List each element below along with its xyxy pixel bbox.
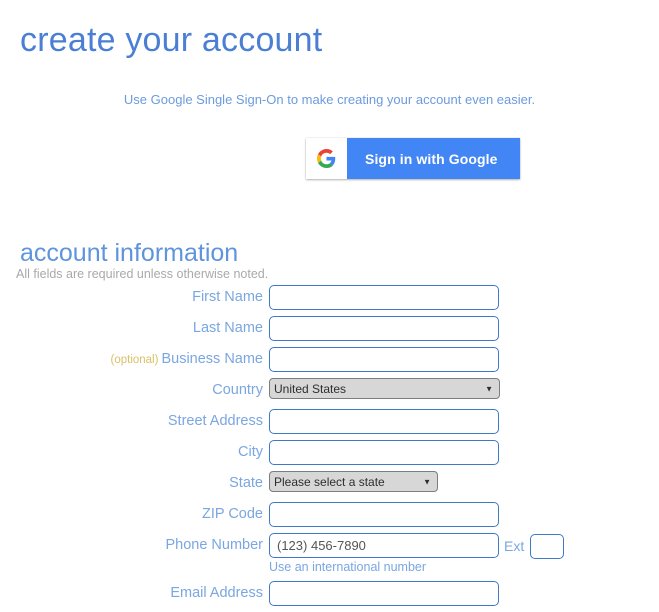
state-select[interactable]: Please select a state [269, 471, 438, 492]
label-email-address: Email Address [170, 585, 263, 601]
field-zip-code-wrapper [269, 502, 499, 527]
signup-page: create your account Use Google Single Si… [0, 0, 659, 606]
email-address-input[interactable] [269, 581, 499, 606]
field-last-name-wrapper [269, 316, 499, 341]
form-row-country: Country United States ▼ [0, 378, 659, 407]
label-extension: Ext [504, 538, 525, 554]
street-address-input[interactable] [269, 409, 499, 434]
form-row-email-address: Email Address [0, 581, 659, 610]
field-business-name-wrapper [269, 347, 499, 372]
international-number-link[interactable]: Use an international number [269, 560, 426, 574]
first-name-input[interactable] [269, 285, 499, 310]
form-row-street-address: Street Address [0, 409, 659, 438]
country-select-wrapper: United States ▼ [269, 378, 500, 399]
phone-number-input[interactable] [269, 533, 499, 558]
optional-tag-business-name: (optional) [110, 354, 159, 366]
form-row-first-name: First Name [0, 285, 659, 314]
label-phone-number: Phone Number [165, 537, 263, 553]
label-country: Country [212, 382, 263, 398]
account-information-form: First Name Last Name (optional) Business … [0, 285, 659, 612]
field-email-address-wrapper [269, 581, 499, 606]
required-fields-note: All fields are required unless otherwise… [16, 267, 269, 281]
business-name-input[interactable] [269, 347, 499, 372]
label-street-address: Street Address [167, 413, 263, 429]
form-row-city: City [0, 440, 659, 469]
label-state: State [229, 475, 263, 491]
field-city-wrapper [269, 440, 499, 465]
form-row-phone-number: Phone Number Ext Use an international nu… [0, 533, 659, 579]
state-select-wrapper: Please select a state ▼ [269, 471, 438, 492]
field-state-wrapper: Please select a state ▼ [269, 471, 438, 492]
google-button-label: Sign in with Google [365, 150, 498, 167]
form-row-last-name: Last Name [0, 316, 659, 345]
city-input[interactable] [269, 440, 499, 465]
label-first-name: First Name [192, 289, 263, 305]
sign-in-with-google-button[interactable]: Sign in with Google [306, 138, 520, 179]
country-select[interactable]: United States [269, 378, 500, 399]
label-business-name-text: Business Name [161, 351, 263, 367]
page-title: create your account [20, 20, 323, 59]
label-zip-code: ZIP Code [202, 506, 263, 522]
section-heading-account-information: account information [20, 238, 239, 267]
zip-code-input[interactable] [269, 502, 499, 527]
form-row-state: State Please select a state ▼ [0, 471, 659, 500]
form-row-zip-code: ZIP Code [0, 502, 659, 531]
sso-description: Use Google Single Sign-On to make creati… [123, 92, 536, 107]
google-g-icon [306, 138, 347, 179]
form-row-business-name: (optional) Business Name [0, 347, 659, 376]
extension-input[interactable] [530, 534, 564, 559]
label-city: City [238, 444, 263, 460]
last-name-input[interactable] [269, 316, 499, 341]
label-last-name: Last Name [192, 320, 263, 336]
field-street-address-wrapper [269, 409, 499, 434]
field-first-name-wrapper [269, 285, 499, 310]
field-extension-wrapper [530, 534, 564, 559]
label-business-name: (optional) Business Name [111, 351, 264, 367]
field-phone-number-wrapper [269, 533, 499, 558]
field-country-wrapper: United States ▼ [269, 378, 500, 399]
